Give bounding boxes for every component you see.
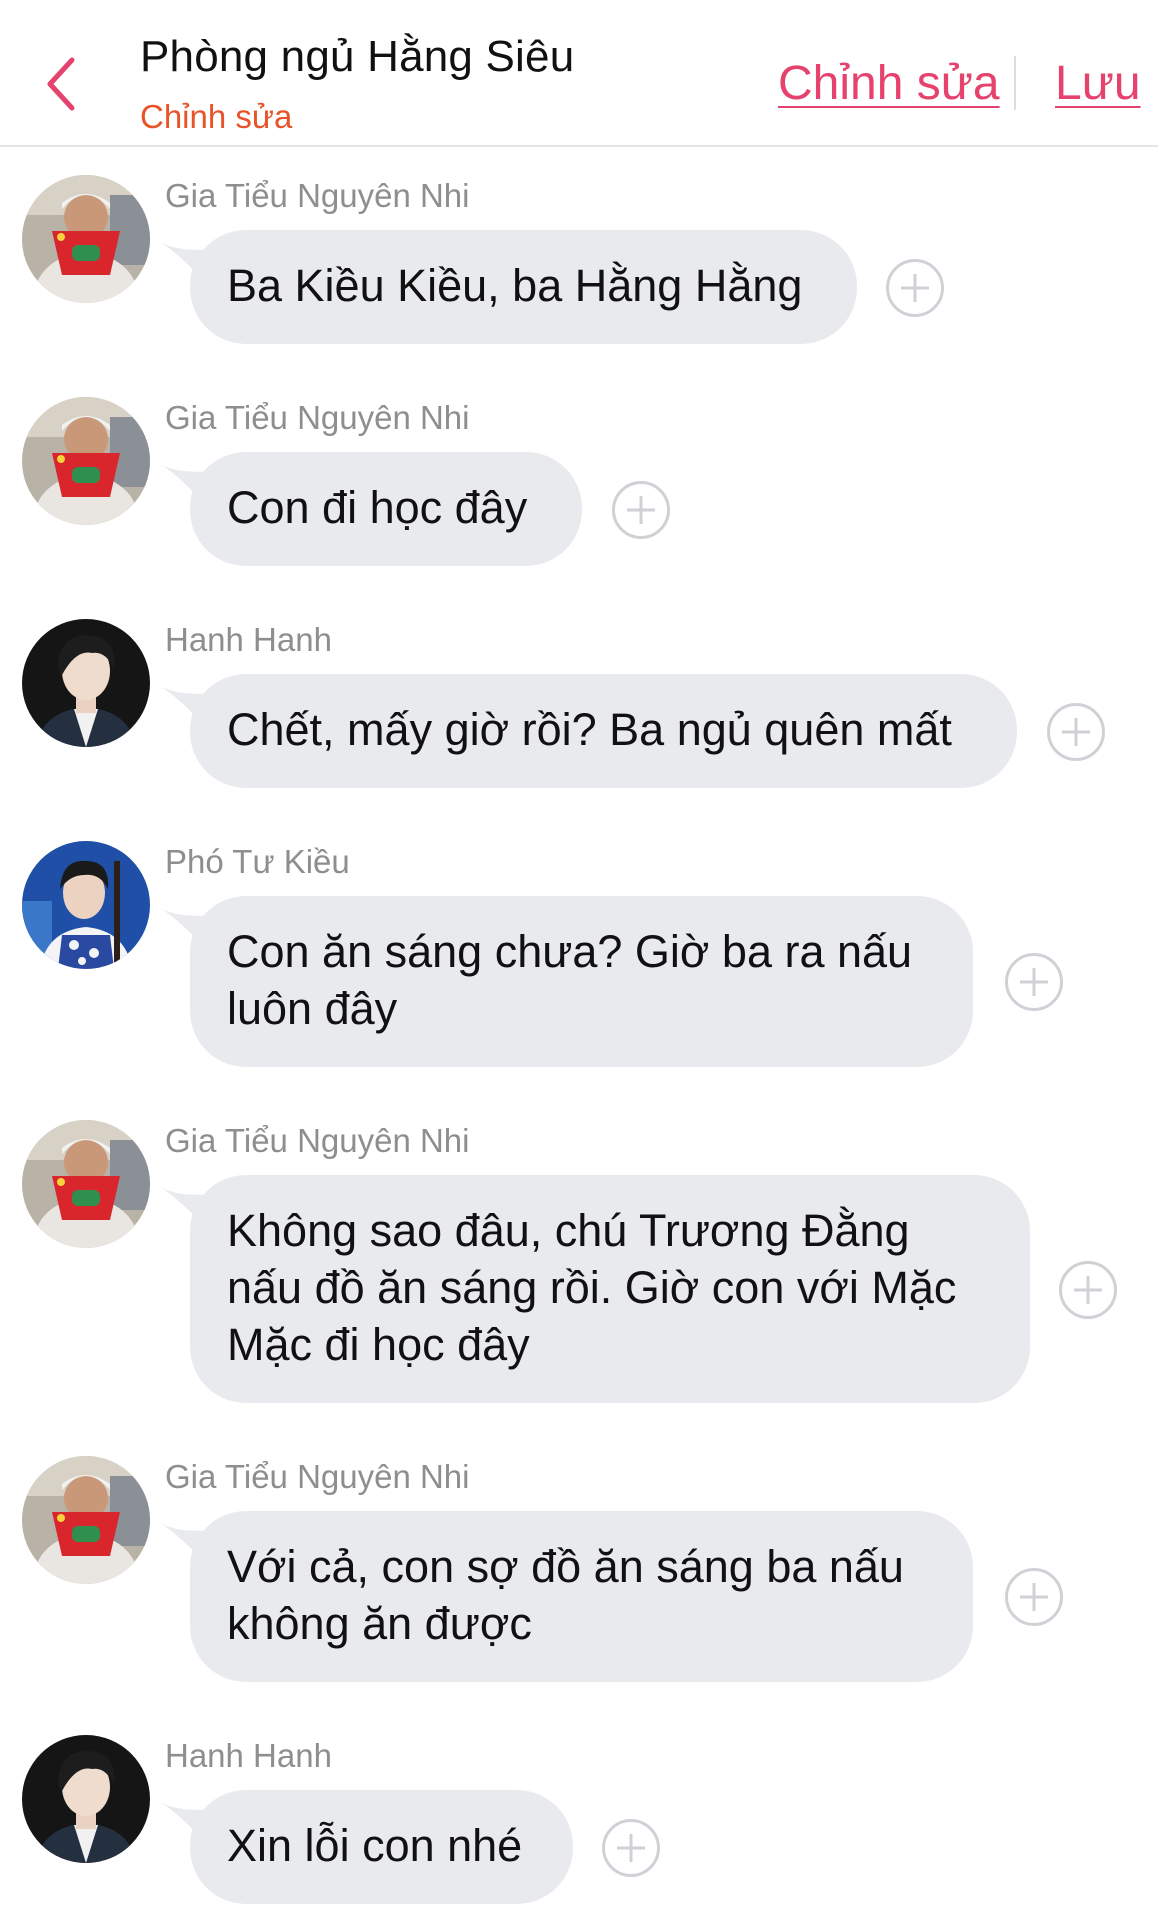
- message-line: Xin lỗi con nhé: [227, 1820, 523, 1871]
- edit-button[interactable]: Chỉnh sửa: [778, 56, 1000, 111]
- message-line: Ba Kiều Kiều, ba Hằng Hằng: [227, 260, 803, 311]
- header-divider: [1014, 56, 1016, 110]
- child-avatar[interactable]: [22, 397, 150, 525]
- back-button[interactable]: [38, 52, 86, 116]
- add-reaction-button[interactable]: [612, 481, 670, 539]
- message-line: không ăn được: [227, 1598, 532, 1649]
- sender-name: Gia Tiểu Nguyên Nhi: [165, 1458, 470, 1495]
- sender-name: Gia Tiểu Nguyên Nhi: [165, 177, 470, 214]
- sender-name: Gia Tiểu Nguyên Nhi: [165, 399, 470, 436]
- add-reaction-button[interactable]: [1005, 1568, 1063, 1626]
- message-bubble: Chết, mấy giờ rồi? Ba ngủ quên mất: [190, 674, 1017, 788]
- message-line: Không sao đâu, chú Trương Đằng: [227, 1205, 910, 1256]
- message-bubble: Ba Kiều Kiều, ba Hằng Hằng: [190, 230, 857, 344]
- header-border: [0, 145, 1158, 147]
- message-line: Chết, mấy giờ rồi? Ba ngủ quên mất: [227, 704, 952, 755]
- add-reaction-button[interactable]: [602, 1819, 660, 1877]
- message-bubble: Với cả, con sợ đồ ăn sáng ba nấu không ă…: [190, 1511, 973, 1682]
- chat-subtitle: Chỉnh sửa: [140, 98, 293, 135]
- chat-header: Phòng ngủ Hằng Siêu Chỉnh sửa Chỉnh sửa …: [0, 0, 1158, 147]
- sender-name: Hanh Hanh: [165, 621, 332, 658]
- sender-name: Hanh Hanh: [165, 1737, 332, 1774]
- message-line: Với cả, con sợ đồ ăn sáng ba nấu: [227, 1541, 904, 1592]
- message-bubble: Không sao đâu, chú Trương Đằng nấu đồ ăn…: [190, 1175, 1030, 1403]
- add-reaction-button[interactable]: [886, 259, 944, 317]
- add-reaction-button[interactable]: [1059, 1261, 1117, 1319]
- message-bubble: Con ăn sáng chưa? Giờ ba ra nấu luôn đây: [190, 896, 973, 1067]
- sender-name: Phó Tư Kiều: [165, 843, 350, 880]
- man-dark-avatar[interactable]: [22, 1735, 150, 1863]
- message-line: luôn đây: [227, 983, 398, 1034]
- message-bubble: Con đi học đây: [190, 452, 582, 566]
- man-blue-avatar[interactable]: [22, 841, 150, 969]
- message-line: nấu đồ ăn sáng rồi. Giờ con với Mặc: [227, 1262, 957, 1313]
- child-avatar[interactable]: [22, 1456, 150, 1584]
- child-avatar[interactable]: [22, 1120, 150, 1248]
- message-line: Con đi học đây: [227, 482, 528, 533]
- message-line: Con ăn sáng chưa? Giờ ba ra nấu: [227, 926, 913, 977]
- save-button[interactable]: Lưu: [1055, 56, 1141, 111]
- chat-title: Phòng ngủ Hằng Siêu: [140, 32, 575, 81]
- add-reaction-button[interactable]: [1047, 703, 1105, 761]
- add-reaction-button[interactable]: [1005, 953, 1063, 1011]
- man-dark-avatar[interactable]: [22, 619, 150, 747]
- child-avatar[interactable]: [22, 175, 150, 303]
- message-bubble: Xin lỗi con nhé: [190, 1790, 573, 1904]
- message-line: Mặc đi học đây: [227, 1319, 530, 1370]
- chevron-left-icon: [47, 57, 75, 111]
- sender-name: Gia Tiểu Nguyên Nhi: [165, 1122, 470, 1159]
